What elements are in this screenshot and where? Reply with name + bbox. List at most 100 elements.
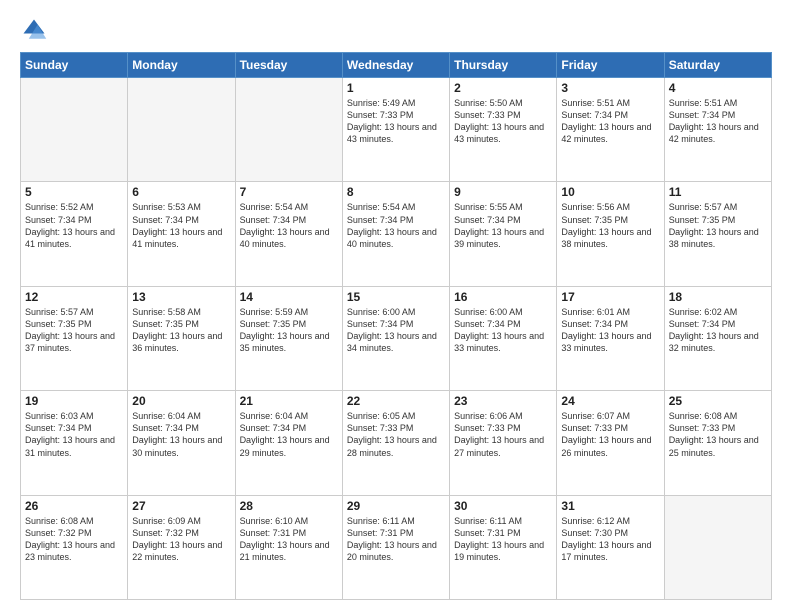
calendar-row: 1 Sunrise: 5:49 AM Sunset: 7:33 PM Daylig… <box>21 78 772 182</box>
cell-info: Sunrise: 5:51 AM Sunset: 7:34 PM Dayligh… <box>669 97 767 146</box>
logo <box>20 16 52 44</box>
calendar-cell: 26 Sunrise: 6:08 AM Sunset: 7:32 PM Dayli… <box>21 495 128 599</box>
day-number: 4 <box>669 81 767 95</box>
day-number: 9 <box>454 185 552 199</box>
calendar-cell: 21 Sunrise: 6:04 AM Sunset: 7:34 PM Dayli… <box>235 391 342 495</box>
day-number: 11 <box>669 185 767 199</box>
calendar-cell: 18Sunrise: 6:02 AM Sunset: 7:34 PM Dayli… <box>664 286 771 390</box>
calendar-header-row: SundayMondayTuesdayWednesdayThursdayFrid… <box>21 53 772 78</box>
cell-info: Sunrise: 6:06 AM Sunset: 7:33 PM Dayligh… <box>454 410 552 459</box>
calendar-cell: 9 Sunrise: 5:55 AM Sunset: 7:34 PM Daylig… <box>450 182 557 286</box>
cell-info: Sunrise: 5:53 AM Sunset: 7:34 PM Dayligh… <box>132 201 230 250</box>
calendar-cell: 1 Sunrise: 5:49 AM Sunset: 7:33 PM Daylig… <box>342 78 449 182</box>
cell-info: Sunrise: 6:10 AM Sunset: 7:31 PM Dayligh… <box>240 515 338 564</box>
cell-info: Sunrise: 6:00 AM Sunset: 7:34 PM Dayligh… <box>347 306 445 355</box>
cell-info: Sunrise: 5:54 AM Sunset: 7:34 PM Dayligh… <box>240 201 338 250</box>
cell-info: Sunrise: 6:08 AM Sunset: 7:32 PM Dayligh… <box>25 515 123 564</box>
col-header-saturday: Saturday <box>664 53 771 78</box>
day-number: 25 <box>669 394 767 408</box>
cell-info: Sunrise: 6:11 AM Sunset: 7:31 PM Dayligh… <box>454 515 552 564</box>
calendar-cell: 30 Sunrise: 6:11 AM Sunset: 7:31 PM Dayli… <box>450 495 557 599</box>
calendar-cell: 31Sunrise: 6:12 AM Sunset: 7:30 PM Dayli… <box>557 495 664 599</box>
cell-info: Sunrise: 5:49 AM Sunset: 7:33 PM Dayligh… <box>347 97 445 146</box>
calendar-cell: 19 Sunrise: 6:03 AM Sunset: 7:34 PM Dayli… <box>21 391 128 495</box>
cell-info: Sunrise: 5:51 AM Sunset: 7:34 PM Dayligh… <box>561 97 659 146</box>
calendar-cell: 20 Sunrise: 6:04 AM Sunset: 7:34 PM Dayli… <box>128 391 235 495</box>
calendar-cell: 8 Sunrise: 5:54 AM Sunset: 7:34 PM Daylig… <box>342 182 449 286</box>
day-number: 26 <box>25 499 123 513</box>
calendar-cell: 23 Sunrise: 6:06 AM Sunset: 7:33 PM Dayli… <box>450 391 557 495</box>
calendar-cell: 5 Sunrise: 5:52 AM Sunset: 7:34 PM Daylig… <box>21 182 128 286</box>
cell-info: Sunrise: 5:54 AM Sunset: 7:34 PM Dayligh… <box>347 201 445 250</box>
cell-info: Sunrise: 5:57 AM Sunset: 7:35 PM Dayligh… <box>25 306 123 355</box>
calendar-cell: 24 Sunrise: 6:07 AM Sunset: 7:33 PM Dayli… <box>557 391 664 495</box>
day-number: 14 <box>240 290 338 304</box>
col-header-sunday: Sunday <box>21 53 128 78</box>
cell-info: Sunrise: 6:01 AM Sunset: 7:34 PM Dayligh… <box>561 306 659 355</box>
calendar-cell: 4 Sunrise: 5:51 AM Sunset: 7:34 PM Daylig… <box>664 78 771 182</box>
cell-info: Sunrise: 5:50 AM Sunset: 7:33 PM Dayligh… <box>454 97 552 146</box>
cell-info: Sunrise: 5:55 AM Sunset: 7:34 PM Dayligh… <box>454 201 552 250</box>
cell-info: Sunrise: 6:05 AM Sunset: 7:33 PM Dayligh… <box>347 410 445 459</box>
calendar-cell: 12 Sunrise: 5:57 AM Sunset: 7:35 PM Dayli… <box>21 286 128 390</box>
day-number: 23 <box>454 394 552 408</box>
day-number: 15 <box>347 290 445 304</box>
cell-info: Sunrise: 6:09 AM Sunset: 7:32 PM Dayligh… <box>132 515 230 564</box>
calendar-cell: 27 Sunrise: 6:09 AM Sunset: 7:32 PM Dayli… <box>128 495 235 599</box>
calendar: SundayMondayTuesdayWednesdayThursdayFrid… <box>20 52 772 600</box>
calendar-cell: 22 Sunrise: 6:05 AM Sunset: 7:33 PM Dayli… <box>342 391 449 495</box>
cell-info: Sunrise: 6:00 AM Sunset: 7:34 PM Dayligh… <box>454 306 552 355</box>
col-header-wednesday: Wednesday <box>342 53 449 78</box>
day-number: 2 <box>454 81 552 95</box>
cell-info: Sunrise: 6:04 AM Sunset: 7:34 PM Dayligh… <box>240 410 338 459</box>
cell-info: Sunrise: 6:03 AM Sunset: 7:34 PM Dayligh… <box>25 410 123 459</box>
day-number: 27 <box>132 499 230 513</box>
calendar-cell: 10 Sunrise: 5:56 AM Sunset: 7:35 PM Dayli… <box>557 182 664 286</box>
calendar-cell: 28 Sunrise: 6:10 AM Sunset: 7:31 PM Dayli… <box>235 495 342 599</box>
calendar-cell: 16 Sunrise: 6:00 AM Sunset: 7:34 PM Dayli… <box>450 286 557 390</box>
calendar-cell <box>235 78 342 182</box>
day-number: 5 <box>25 185 123 199</box>
calendar-cell <box>128 78 235 182</box>
day-number: 29 <box>347 499 445 513</box>
cell-info: Sunrise: 6:02 AM Sunset: 7:34 PM Dayligh… <box>669 306 767 355</box>
calendar-cell: 7 Sunrise: 5:54 AM Sunset: 7:34 PM Daylig… <box>235 182 342 286</box>
cell-info: Sunrise: 5:57 AM Sunset: 7:35 PM Dayligh… <box>669 201 767 250</box>
header <box>20 16 772 44</box>
calendar-cell: 25Sunrise: 6:08 AM Sunset: 7:33 PM Dayli… <box>664 391 771 495</box>
calendar-cell: 13Sunrise: 5:58 AM Sunset: 7:35 PM Dayli… <box>128 286 235 390</box>
day-number: 16 <box>454 290 552 304</box>
calendar-row: 26 Sunrise: 6:08 AM Sunset: 7:32 PM Dayli… <box>21 495 772 599</box>
cell-info: Sunrise: 5:56 AM Sunset: 7:35 PM Dayligh… <box>561 201 659 250</box>
calendar-row: 5 Sunrise: 5:52 AM Sunset: 7:34 PM Daylig… <box>21 182 772 286</box>
day-number: 8 <box>347 185 445 199</box>
day-number: 1 <box>347 81 445 95</box>
day-number: 10 <box>561 185 659 199</box>
day-number: 3 <box>561 81 659 95</box>
calendar-cell: 29Sunrise: 6:11 AM Sunset: 7:31 PM Dayli… <box>342 495 449 599</box>
day-number: 12 <box>25 290 123 304</box>
calendar-cell: 2 Sunrise: 5:50 AM Sunset: 7:33 PM Daylig… <box>450 78 557 182</box>
day-number: 24 <box>561 394 659 408</box>
calendar-cell: 11 Sunrise: 5:57 AM Sunset: 7:35 PM Dayli… <box>664 182 771 286</box>
day-number: 22 <box>347 394 445 408</box>
cell-info: Sunrise: 6:04 AM Sunset: 7:34 PM Dayligh… <box>132 410 230 459</box>
col-header-monday: Monday <box>128 53 235 78</box>
day-number: 7 <box>240 185 338 199</box>
calendar-row: 12 Sunrise: 5:57 AM Sunset: 7:35 PM Dayli… <box>21 286 772 390</box>
calendar-cell: 17Sunrise: 6:01 AM Sunset: 7:34 PM Dayli… <box>557 286 664 390</box>
cell-info: Sunrise: 6:07 AM Sunset: 7:33 PM Dayligh… <box>561 410 659 459</box>
day-number: 20 <box>132 394 230 408</box>
day-number: 21 <box>240 394 338 408</box>
col-header-thursday: Thursday <box>450 53 557 78</box>
day-number: 28 <box>240 499 338 513</box>
logo-icon <box>20 16 48 44</box>
col-header-friday: Friday <box>557 53 664 78</box>
day-number: 19 <box>25 394 123 408</box>
cell-info: Sunrise: 5:52 AM Sunset: 7:34 PM Dayligh… <box>25 201 123 250</box>
day-number: 31 <box>561 499 659 513</box>
calendar-cell: 14Sunrise: 5:59 AM Sunset: 7:35 PM Dayli… <box>235 286 342 390</box>
col-header-tuesday: Tuesday <box>235 53 342 78</box>
calendar-cell: 6Sunrise: 5:53 AM Sunset: 7:34 PM Daylig… <box>128 182 235 286</box>
day-number: 30 <box>454 499 552 513</box>
